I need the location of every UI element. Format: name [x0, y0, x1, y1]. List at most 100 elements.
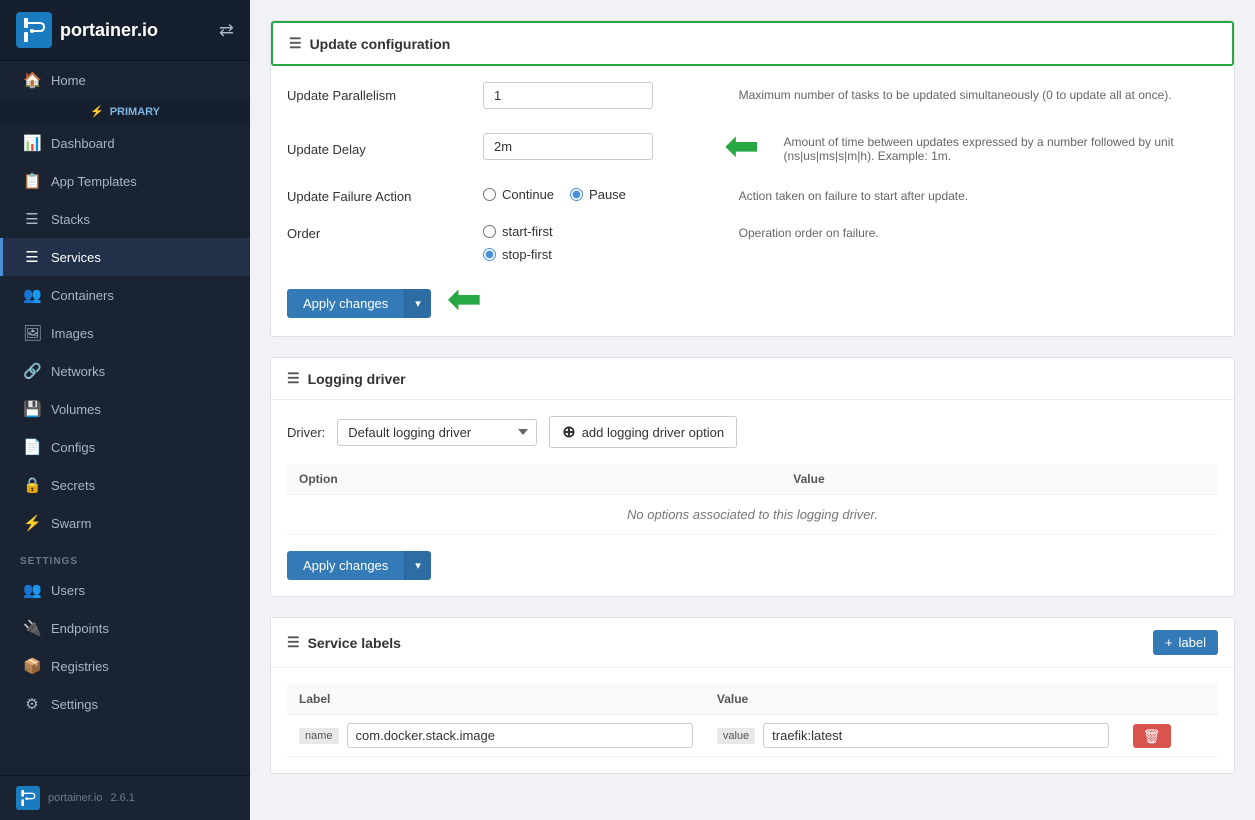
order-label: Order: [287, 220, 467, 241]
order-stop-first[interactable]: stop-first: [483, 247, 552, 262]
sidebar-item-users[interactable]: 👥 Users: [0, 571, 250, 609]
transfer-icon[interactable]: ⇄: [219, 20, 234, 41]
plus-icon: ⊕: [562, 422, 575, 442]
sidebar-item-label: Images: [51, 326, 94, 341]
order-start-first-label: start-first: [502, 224, 553, 239]
service-labels-card: ☰ Service labels + label Label Value: [270, 617, 1235, 774]
logging-driver-form: Driver: Default logging driver none loca…: [271, 400, 1234, 596]
label-delete-button[interactable]: 🗑: [1133, 724, 1171, 748]
sidebar-item-dashboard[interactable]: 📊 Dashboard: [0, 124, 250, 162]
sidebar-item-home[interactable]: 🏠 Home: [0, 61, 250, 99]
add-label-plus-icon: +: [1165, 635, 1173, 650]
order-start-first-radio[interactable]: [483, 225, 496, 238]
table-row: name value 🗑: [287, 715, 1218, 757]
logo-text: portainer.io: [60, 20, 158, 41]
primary-badge: ⚡ PRIMARY: [0, 99, 250, 124]
app-templates-icon: 📋: [23, 172, 41, 190]
failure-action-continue[interactable]: Continue: [483, 187, 554, 202]
failure-action-pause-radio[interactable]: [570, 188, 583, 201]
label-name-wrapper: name: [299, 723, 693, 748]
failure-action-hint: Action taken on failure to start after u…: [739, 183, 1218, 203]
order-control: start-first stop-first: [483, 220, 723, 262]
swarm-icon: ⚡: [23, 514, 41, 532]
logging-driver-header: ☰ Logging driver: [271, 358, 1234, 400]
failure-action-pause[interactable]: Pause: [570, 187, 626, 202]
portainer-logo-icon: [16, 12, 52, 48]
sidebar-item-app-templates[interactable]: 📋 App Templates: [0, 162, 250, 200]
sidebar-item-label: Swarm: [51, 516, 91, 531]
logging-apply-button[interactable]: Apply changes: [287, 551, 404, 580]
sidebar-item-stacks[interactable]: ☰ Stacks: [0, 200, 250, 238]
users-icon: 👥: [23, 581, 41, 599]
label-col-header: Label: [287, 684, 705, 715]
footer-logo-icon: [16, 786, 40, 810]
dashboard-icon: 📊: [23, 134, 41, 152]
sidebar-item-endpoints[interactable]: 🔌 Endpoints: [0, 609, 250, 647]
sidebar-item-swarm[interactable]: ⚡ Swarm: [0, 504, 250, 542]
primary-icon: ⚡: [90, 105, 104, 118]
order-hint: Operation order on failure.: [739, 220, 1218, 240]
logging-apply-caret[interactable]: ▾: [404, 551, 431, 580]
delay-control: [483, 133, 700, 160]
sidebar-nav: 🏠 Home ⚡ PRIMARY 📊 Dashboard 📋 App Templ…: [0, 61, 250, 775]
images-icon: 🖼: [23, 324, 41, 342]
secrets-icon: 🔒: [23, 476, 41, 494]
logging-options-table-head: Option Value: [287, 464, 1218, 495]
option-col-header: Option: [287, 464, 781, 495]
sidebar-item-networks[interactable]: 🔗 Networks: [0, 352, 250, 390]
parallelism-input[interactable]: [483, 82, 653, 109]
sidebar-footer: portainer.io 2.6.1: [0, 775, 250, 820]
logging-driver-card: ☰ Logging driver Driver: Default logging…: [270, 357, 1235, 597]
main-content: ☰ Update configuration Update Parallelis…: [250, 0, 1255, 820]
footer-version: 2.6.1: [110, 792, 134, 804]
update-config-apply-row: Apply changes ▾ ⬅: [287, 278, 1218, 320]
order-row: Order start-first stop-first Operation o…: [287, 220, 1218, 262]
labels-header-row: Label Value: [287, 684, 1218, 715]
add-label-button[interactable]: + label: [1153, 630, 1218, 655]
failure-action-control: Continue Pause: [483, 183, 723, 202]
no-options-message: No options associated to this logging dr…: [287, 495, 1218, 535]
sidebar-item-registries[interactable]: 📦 Registries: [0, 647, 250, 685]
update-config-apply-caret[interactable]: ▾: [404, 289, 431, 318]
parallelism-label: Update Parallelism: [287, 82, 467, 103]
sidebar-item-label: Registries: [51, 659, 109, 674]
containers-icon: 👥: [23, 286, 41, 304]
sidebar-item-label: Secrets: [51, 478, 95, 493]
label-name-input[interactable]: [347, 723, 693, 748]
home-icon: 🏠: [23, 71, 41, 89]
sidebar-item-configs[interactable]: 📄 Configs: [0, 428, 250, 466]
value-col-header: Value: [705, 684, 1121, 715]
delay-label: Update Delay: [287, 136, 467, 157]
logging-options-table-body: No options associated to this logging dr…: [287, 495, 1218, 535]
driver-row: Driver: Default logging driver none loca…: [287, 416, 1218, 448]
order-start-first[interactable]: start-first: [483, 224, 553, 239]
logging-driver-title: Logging driver: [308, 371, 406, 387]
label-value-input[interactable]: [763, 723, 1109, 748]
sidebar-item-services[interactable]: ☰ Services: [0, 238, 250, 276]
update-config-card: ☰ Update configuration Update Parallelis…: [270, 20, 1235, 337]
update-config-header: ☰ Update configuration: [271, 21, 1234, 66]
table-header-row: Option Value: [287, 464, 1218, 495]
delay-input[interactable]: [483, 133, 653, 160]
failure-action-continue-label: Continue: [502, 187, 554, 202]
sidebar-item-images[interactable]: 🖼 Images: [0, 314, 250, 352]
sidebar-item-volumes[interactable]: 💾 Volumes: [0, 390, 250, 428]
service-labels-title: Service labels: [308, 635, 401, 651]
sidebar-logo: portainer.io ⇄: [0, 0, 250, 61]
update-config-apply-button[interactable]: Apply changes: [287, 289, 404, 318]
labels-table-head: Label Value: [287, 684, 1218, 715]
failure-action-radio-group: Continue Pause: [483, 183, 723, 202]
driver-select[interactable]: Default logging driver none local json-f…: [337, 419, 537, 446]
failure-action-continue-radio[interactable]: [483, 188, 496, 201]
sidebar-item-label: Users: [51, 583, 85, 598]
update-config-form: Update Parallelism Maximum number of tas…: [271, 66, 1234, 336]
no-options-row: No options associated to this logging dr…: [287, 495, 1218, 535]
sidebar-item-label: Configs: [51, 440, 95, 455]
sidebar-item-containers[interactable]: 👥 Containers: [0, 276, 250, 314]
sidebar-item-label: Endpoints: [51, 621, 109, 636]
sidebar-item-settings[interactable]: ⚙ Settings: [0, 685, 250, 723]
delay-hint: Amount of time between updates expressed…: [783, 129, 1218, 163]
order-stop-first-radio[interactable]: [483, 248, 496, 261]
add-logging-option-button[interactable]: ⊕ add logging driver option: [549, 416, 737, 448]
sidebar-item-secrets[interactable]: 🔒 Secrets: [0, 466, 250, 504]
